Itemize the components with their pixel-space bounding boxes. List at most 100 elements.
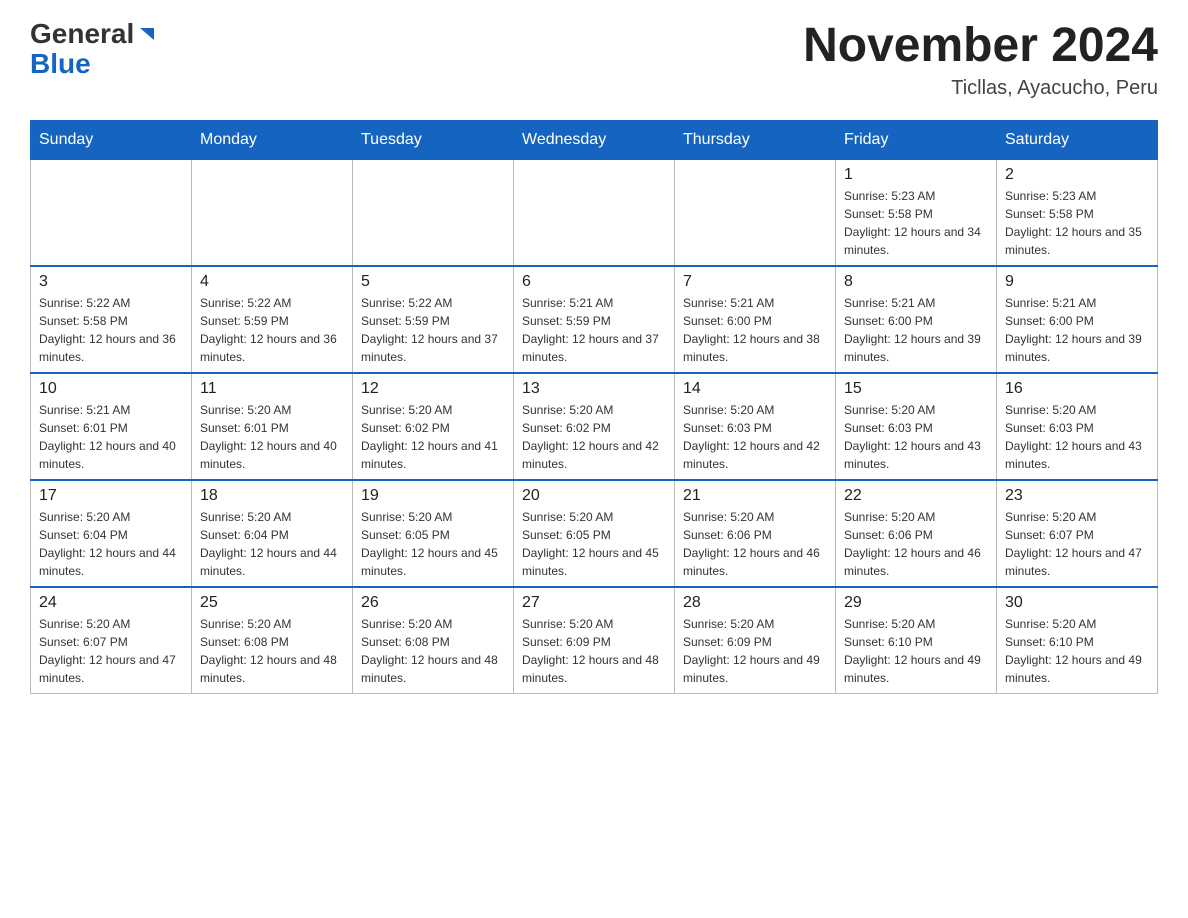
day-info: Sunrise: 5:20 AMSunset: 6:02 PMDaylight:… (361, 401, 505, 473)
day-number: 20 (522, 487, 666, 505)
day-info: Sunrise: 5:20 AMSunset: 6:01 PMDaylight:… (200, 401, 344, 473)
logo-general: General (30, 20, 134, 48)
table-row: 26 Sunrise: 5:20 AMSunset: 6:08 PMDayligh… (353, 587, 514, 694)
table-row (192, 159, 353, 266)
table-row: 30Sunrise: 5:20 AMSunset: 6:10 PMDayligh… (997, 587, 1158, 694)
day-info: Sunrise: 5:20 AMSunset: 6:09 PMDaylight:… (522, 615, 666, 687)
day-number: 1 (844, 166, 988, 184)
day-number: 2 (1005, 166, 1149, 184)
day-number: 22 (844, 487, 988, 505)
day-info: Sunrise: 5:23 AMSunset: 5:58 PMDaylight:… (844, 187, 988, 259)
table-row: 15Sunrise: 5:20 AMSunset: 6:03 PMDayligh… (836, 373, 997, 480)
table-row: 20 Sunrise: 5:20 AMSunset: 6:05 PMDayligh… (514, 480, 675, 587)
table-row: 29 Sunrise: 5:20 AMSunset: 6:10 PMDayligh… (836, 587, 997, 694)
table-row: 28 Sunrise: 5:20 AMSunset: 6:09 PMDayligh… (675, 587, 836, 694)
col-thursday: Thursday (675, 120, 836, 159)
day-number: 9 (1005, 273, 1149, 291)
day-info: Sunrise: 5:20 AMSunset: 6:08 PMDaylight:… (200, 615, 344, 687)
table-row: 21 Sunrise: 5:20 AMSunset: 6:06 PMDayligh… (675, 480, 836, 587)
table-row (514, 159, 675, 266)
day-info: Sunrise: 5:20 AMSunset: 6:04 PMDaylight:… (39, 508, 183, 580)
day-number: 17 (39, 487, 183, 505)
col-saturday: Saturday (997, 120, 1158, 159)
day-info: Sunrise: 5:20 AMSunset: 6:05 PMDaylight:… (522, 508, 666, 580)
day-info: Sunrise: 5:20 AMSunset: 6:03 PMDaylight:… (1005, 401, 1149, 473)
day-info: Sunrise: 5:20 AMSunset: 6:02 PMDaylight:… (522, 401, 666, 473)
day-info: Sunrise: 5:20 AMSunset: 6:10 PMDaylight:… (844, 615, 988, 687)
table-row: 22 Sunrise: 5:20 AMSunset: 6:06 PMDayligh… (836, 480, 997, 587)
day-info: Sunrise: 5:21 AMSunset: 6:00 PMDaylight:… (683, 294, 827, 366)
table-row: 5 Sunrise: 5:22 AMSunset: 5:59 PMDaylight… (353, 266, 514, 373)
day-info: Sunrise: 5:20 AMSunset: 6:06 PMDaylight:… (683, 508, 827, 580)
table-row: 16Sunrise: 5:20 AMSunset: 6:03 PMDayligh… (997, 373, 1158, 480)
day-number: 11 (200, 380, 344, 398)
table-row: 25Sunrise: 5:20 AMSunset: 6:08 PMDayligh… (192, 587, 353, 694)
table-row: 2 Sunrise: 5:23 AMSunset: 5:58 PMDaylight… (997, 159, 1158, 266)
day-number: 28 (683, 594, 827, 612)
day-info: Sunrise: 5:20 AMSunset: 6:07 PMDaylight:… (39, 615, 183, 687)
table-row (353, 159, 514, 266)
calendar-header-row: Sunday Monday Tuesday Wednesday Thursday… (31, 120, 1158, 159)
col-sunday: Sunday (31, 120, 192, 159)
table-row (31, 159, 192, 266)
calendar-week-row: 1 Sunrise: 5:23 AMSunset: 5:58 PMDaylight… (31, 159, 1158, 266)
table-row: 7Sunrise: 5:21 AMSunset: 6:00 PMDaylight… (675, 266, 836, 373)
col-friday: Friday (836, 120, 997, 159)
day-number: 6 (522, 273, 666, 291)
day-number: 30 (1005, 594, 1149, 612)
day-number: 18 (200, 487, 344, 505)
table-row: 6Sunrise: 5:21 AMSunset: 5:59 PMDaylight… (514, 266, 675, 373)
logo-blue: Blue (30, 48, 91, 79)
calendar-week-row: 24 Sunrise: 5:20 AMSunset: 6:07 PMDayligh… (31, 587, 1158, 694)
day-number: 23 (1005, 487, 1149, 505)
table-row: 9 Sunrise: 5:21 AMSunset: 6:00 PMDaylight… (997, 266, 1158, 373)
day-number: 8 (844, 273, 988, 291)
day-info: Sunrise: 5:21 AMSunset: 6:00 PMDaylight:… (844, 294, 988, 366)
day-number: 14 (683, 380, 827, 398)
day-number: 29 (844, 594, 988, 612)
day-info: Sunrise: 5:21 AMSunset: 6:01 PMDaylight:… (39, 401, 183, 473)
day-info: Sunrise: 5:20 AMSunset: 6:07 PMDaylight:… (1005, 508, 1149, 580)
table-row: 11 Sunrise: 5:20 AMSunset: 6:01 PMDayligh… (192, 373, 353, 480)
table-row: 1 Sunrise: 5:23 AMSunset: 5:58 PMDaylight… (836, 159, 997, 266)
table-row: 14 Sunrise: 5:20 AMSunset: 6:03 PMDayligh… (675, 373, 836, 480)
day-info: Sunrise: 5:20 AMSunset: 6:04 PMDaylight:… (200, 508, 344, 580)
day-info: Sunrise: 5:20 AMSunset: 6:08 PMDaylight:… (361, 615, 505, 687)
col-tuesday: Tuesday (353, 120, 514, 159)
day-info: Sunrise: 5:22 AMSunset: 5:59 PMDaylight:… (361, 294, 505, 366)
table-row: 8 Sunrise: 5:21 AMSunset: 6:00 PMDaylight… (836, 266, 997, 373)
table-row: 27 Sunrise: 5:20 AMSunset: 6:09 PMDayligh… (514, 587, 675, 694)
col-monday: Monday (192, 120, 353, 159)
day-info: Sunrise: 5:20 AMSunset: 6:03 PMDaylight:… (683, 401, 827, 473)
day-info: Sunrise: 5:21 AMSunset: 6:00 PMDaylight:… (1005, 294, 1149, 366)
day-number: 4 (200, 273, 344, 291)
table-row: 10 Sunrise: 5:21 AMSunset: 6:01 PMDayligh… (31, 373, 192, 480)
day-number: 5 (361, 273, 505, 291)
day-info: Sunrise: 5:20 AMSunset: 6:09 PMDaylight:… (683, 615, 827, 687)
day-number: 26 (361, 594, 505, 612)
day-number: 12 (361, 380, 505, 398)
day-number: 3 (39, 273, 183, 291)
day-info: Sunrise: 5:23 AMSunset: 5:58 PMDaylight:… (1005, 187, 1149, 259)
table-row: 19 Sunrise: 5:20 AMSunset: 6:05 PMDayligh… (353, 480, 514, 587)
table-row: 12 Sunrise: 5:20 AMSunset: 6:02 PMDayligh… (353, 373, 514, 480)
table-row: 3 Sunrise: 5:22 AMSunset: 5:58 PMDaylight… (31, 266, 192, 373)
day-number: 19 (361, 487, 505, 505)
header: General Blue November 2024 Ticllas, Ayac… (30, 20, 1158, 100)
logo-arrow-icon (136, 24, 158, 46)
day-number: 27 (522, 594, 666, 612)
col-wednesday: Wednesday (514, 120, 675, 159)
day-info: Sunrise: 5:22 AMSunset: 5:59 PMDaylight:… (200, 294, 344, 366)
day-number: 24 (39, 594, 183, 612)
day-info: Sunrise: 5:20 AMSunset: 6:05 PMDaylight:… (361, 508, 505, 580)
day-number: 21 (683, 487, 827, 505)
table-row: 13 Sunrise: 5:20 AMSunset: 6:02 PMDayligh… (514, 373, 675, 480)
table-row: 18 Sunrise: 5:20 AMSunset: 6:04 PMDayligh… (192, 480, 353, 587)
day-info: Sunrise: 5:22 AMSunset: 5:58 PMDaylight:… (39, 294, 183, 366)
day-info: Sunrise: 5:20 AMSunset: 6:06 PMDaylight:… (844, 508, 988, 580)
table-row (675, 159, 836, 266)
day-number: 10 (39, 380, 183, 398)
day-number: 13 (522, 380, 666, 398)
calendar-week-row: 17 Sunrise: 5:20 AMSunset: 6:04 PMDayligh… (31, 480, 1158, 587)
table-row: 23 Sunrise: 5:20 AMSunset: 6:07 PMDayligh… (997, 480, 1158, 587)
